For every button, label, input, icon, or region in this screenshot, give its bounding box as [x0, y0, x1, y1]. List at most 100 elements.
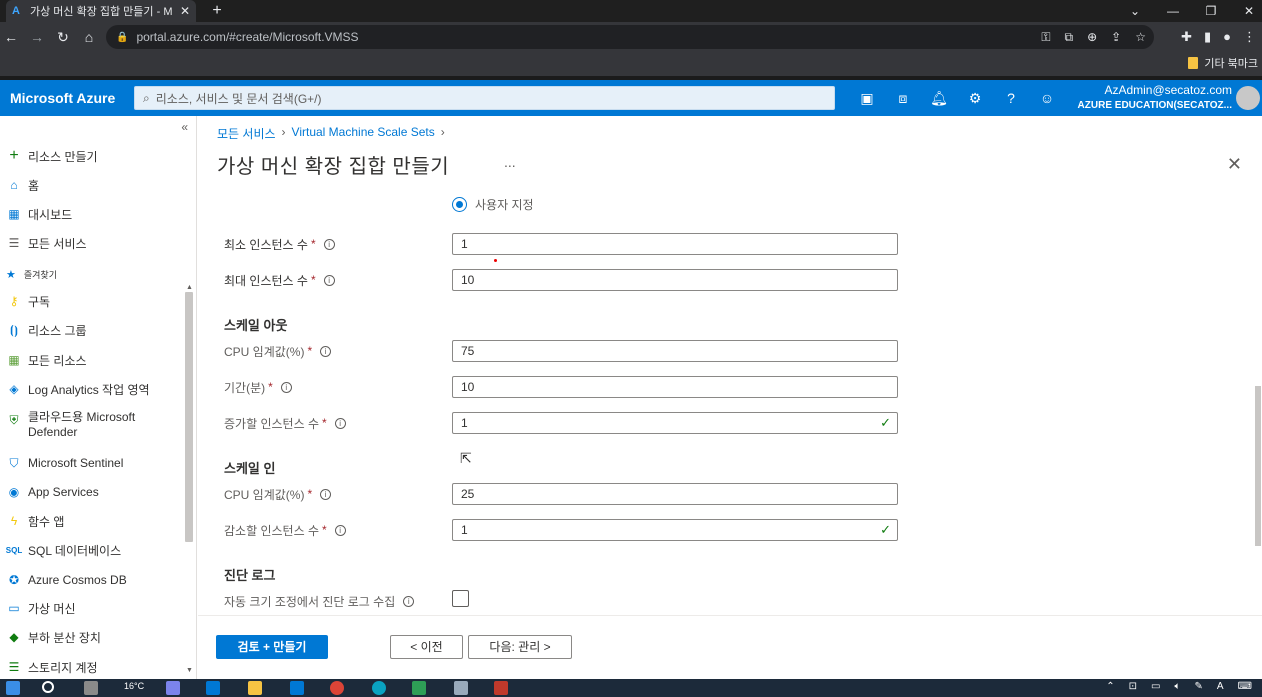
azure-app-icon[interactable] — [290, 681, 304, 695]
network-icon[interactable]: ⊡ — [1129, 681, 1137, 692]
duration-input[interactable]: 10 — [452, 376, 898, 398]
profile-icon[interactable]: ● — [1223, 26, 1231, 48]
sidebar-item-dashboard[interactable]: ▦ 대시보드 — [6, 203, 72, 225]
info-icon[interactable]: i — [323, 274, 335, 286]
scale-out-cpu-input[interactable]: 75 — [452, 340, 898, 362]
windows-start-icon[interactable] — [6, 681, 20, 695]
weather-widget[interactable]: 16°C — [124, 681, 144, 691]
share-icon[interactable]: ⇪ — [1111, 30, 1121, 44]
scale-in-cpu-input[interactable]: 25 — [452, 483, 898, 505]
sidebar-item-sentinel[interactable]: ⛉ Microsoft Sentinel — [6, 452, 123, 474]
info-icon[interactable]: i — [334, 417, 346, 429]
keyboard-icon[interactable]: ⌨ — [1238, 681, 1252, 692]
directory-filter-icon[interactable]: ⧈ — [894, 90, 912, 107]
sidebar-item-app-services[interactable]: ◉ App Services — [6, 481, 99, 503]
sidebar-item-defender[interactable]: ⛨ 클라우드용 Microsoft Defender — [6, 410, 158, 444]
teams-icon[interactable] — [166, 681, 180, 695]
chevron-up-icon[interactable]: ⌃ — [1106, 681, 1114, 692]
diagnostics-checkbox[interactable] — [452, 590, 469, 607]
next-button[interactable]: 다음: 관리 > — [468, 635, 572, 659]
file-explorer-icon[interactable] — [248, 681, 262, 695]
display-icon[interactable]: ▭ — [1151, 681, 1160, 692]
decrease-instances-input[interactable]: 1 ✓ — [452, 519, 898, 541]
minimize-button[interactable]: — — [1158, 0, 1188, 22]
info-icon[interactable]: i — [320, 345, 332, 357]
search-icon[interactable] — [42, 681, 54, 693]
app-icon[interactable] — [454, 681, 468, 695]
sidebar-item-storage-accounts[interactable]: ☰ 스토리지 계정 — [6, 656, 98, 678]
info-icon[interactable]: i — [323, 238, 335, 250]
task-view-icon[interactable] — [84, 681, 98, 695]
sidebar-item-sql-database[interactable]: SQL SQL 데이터베이스 — [6, 539, 121, 561]
breadcrumb-all-services[interactable]: 모든 서비스 — [217, 125, 276, 142]
browser-tab[interactable]: A 가상 머신 확장 집합 만들기 - M ✕ — [6, 0, 196, 22]
app-icon[interactable] — [412, 681, 426, 695]
more-options-button[interactable]: ... — [504, 154, 516, 170]
sidebar-item-virtual-machines[interactable]: ▭ 가상 머신 — [6, 597, 75, 619]
breadcrumb-vmss[interactable]: Virtual Machine Scale Sets — [292, 125, 435, 142]
close-blade-button[interactable]: ✕ — [1227, 154, 1242, 175]
content-scrollbar[interactable] — [1255, 386, 1261, 546]
window-close-button[interactable]: ✕ — [1234, 0, 1262, 22]
custom-scaling-radio[interactable]: 사용자 지정 — [452, 196, 534, 213]
feedback-icon[interactable]: ☺ — [1038, 90, 1056, 106]
sidebar-item-all-services[interactable]: ☰ 모든 서비스 — [6, 232, 87, 254]
max-instances-input[interactable]: 10 — [452, 269, 898, 291]
sidebar-item-home[interactable]: ⌂ 홈 — [6, 174, 39, 196]
notifications-bell-icon[interactable]: 🔔︎ — [930, 90, 948, 107]
info-icon[interactable]: i — [403, 595, 415, 607]
collapse-sidebar-icon[interactable]: « — [181, 120, 188, 134]
pen-icon[interactable]: ✎ — [1195, 681, 1203, 692]
global-search-input[interactable]: ⌕ 리소스, 서비스 및 문서 검색(G+/) — [134, 86, 835, 110]
account-menu[interactable]: AzAdmin@secatoz.com AZURE EDUCATION(SECA… — [1078, 83, 1232, 113]
home-icon[interactable]: ⌂ — [78, 26, 100, 48]
side-panel-icon[interactable]: ▮ — [1204, 26, 1211, 48]
new-tab-button[interactable]: + — [207, 0, 227, 22]
bookmark-star-icon[interactable]: ☆ — [1135, 30, 1146, 44]
tab-close-icon[interactable]: ✕ — [180, 4, 190, 18]
increase-instances-input[interactable]: 1 ✓ — [452, 412, 898, 434]
sidebar-item-function-app[interactable]: ϟ 함수 앱 — [6, 510, 65, 532]
sidebar-item-log-analytics[interactable]: ◈ Log Analytics 작업 영역 — [6, 378, 149, 400]
menu-icon[interactable]: ⋮ — [1243, 26, 1256, 48]
info-icon[interactable]: i — [334, 524, 346, 536]
volume-icon[interactable]: 🔈︎ — [1175, 681, 1181, 692]
tab-search-icon[interactable]: ⌄ — [1120, 0, 1150, 22]
address-bar[interactable]: 🔒 portal.azure.com/#create/Microsoft.VMS… — [106, 25, 1154, 49]
scroll-up-arrow[interactable]: ▲ — [186, 284, 193, 291]
sidebar-item-subscriptions[interactable]: ⚷ 구독 — [6, 290, 51, 312]
azure-brand[interactable]: Microsoft Azure — [10, 80, 115, 116]
settings-gear-icon[interactable]: ⚙ — [966, 90, 984, 107]
sidebar-item-resource-groups[interactable]: ⦗⦘ 리소스 그룹 — [6, 319, 87, 341]
info-icon[interactable]: i — [280, 381, 292, 393]
sidebar-item-load-balancer[interactable]: ◆ 부하 분산 장치 — [6, 626, 101, 648]
help-icon[interactable]: ? — [1002, 90, 1020, 106]
reload-icon[interactable]: ↻ — [52, 26, 74, 48]
edge-icon[interactable] — [372, 681, 386, 695]
extensions-icon[interactable]: ✚ — [1181, 26, 1192, 48]
min-instances-input[interactable]: 1 — [452, 233, 898, 255]
sidebar-scrollbar[interactable] — [185, 292, 193, 542]
zoom-icon[interactable]: ⊕ — [1087, 30, 1097, 44]
azure-app-icon[interactable] — [206, 681, 220, 695]
open-external-icon[interactable]: ⧉ — [1065, 30, 1074, 45]
key-icon[interactable]: ⚿ — [1041, 30, 1050, 45]
radio-selected-icon[interactable] — [452, 197, 467, 212]
chrome-icon[interactable] — [330, 681, 344, 695]
info-icon[interactable]: i — [320, 488, 332, 500]
sidebar-item-cosmos-db[interactable]: ✪ Azure Cosmos DB — [6, 569, 127, 591]
sidebar-item-create[interactable]: + 리소스 만들기 — [6, 145, 97, 167]
forward-icon[interactable]: → — [26, 26, 48, 48]
review-create-button[interactable]: 검토 + 만들기 — [216, 635, 328, 659]
app-icon[interactable] — [494, 681, 508, 695]
cloud-shell-icon[interactable]: ▣ — [858, 90, 876, 107]
sidebar-item-all-resources[interactable]: ▦ 모든 리소스 — [6, 349, 86, 371]
back-icon[interactable]: ← — [0, 26, 22, 48]
diagnostics-label: 자동 크기 조정에서 진단 로그 수집 i — [224, 590, 415, 612]
previous-button[interactable]: < 이전 — [390, 635, 463, 659]
scroll-down-arrow[interactable]: ▼ — [186, 667, 193, 674]
avatar[interactable] — [1236, 86, 1260, 110]
other-bookmarks[interactable]: 기타 북마크 — [1188, 55, 1258, 71]
restore-button[interactable]: ❐ — [1196, 0, 1226, 22]
ime-icon[interactable]: A — [1217, 681, 1224, 692]
